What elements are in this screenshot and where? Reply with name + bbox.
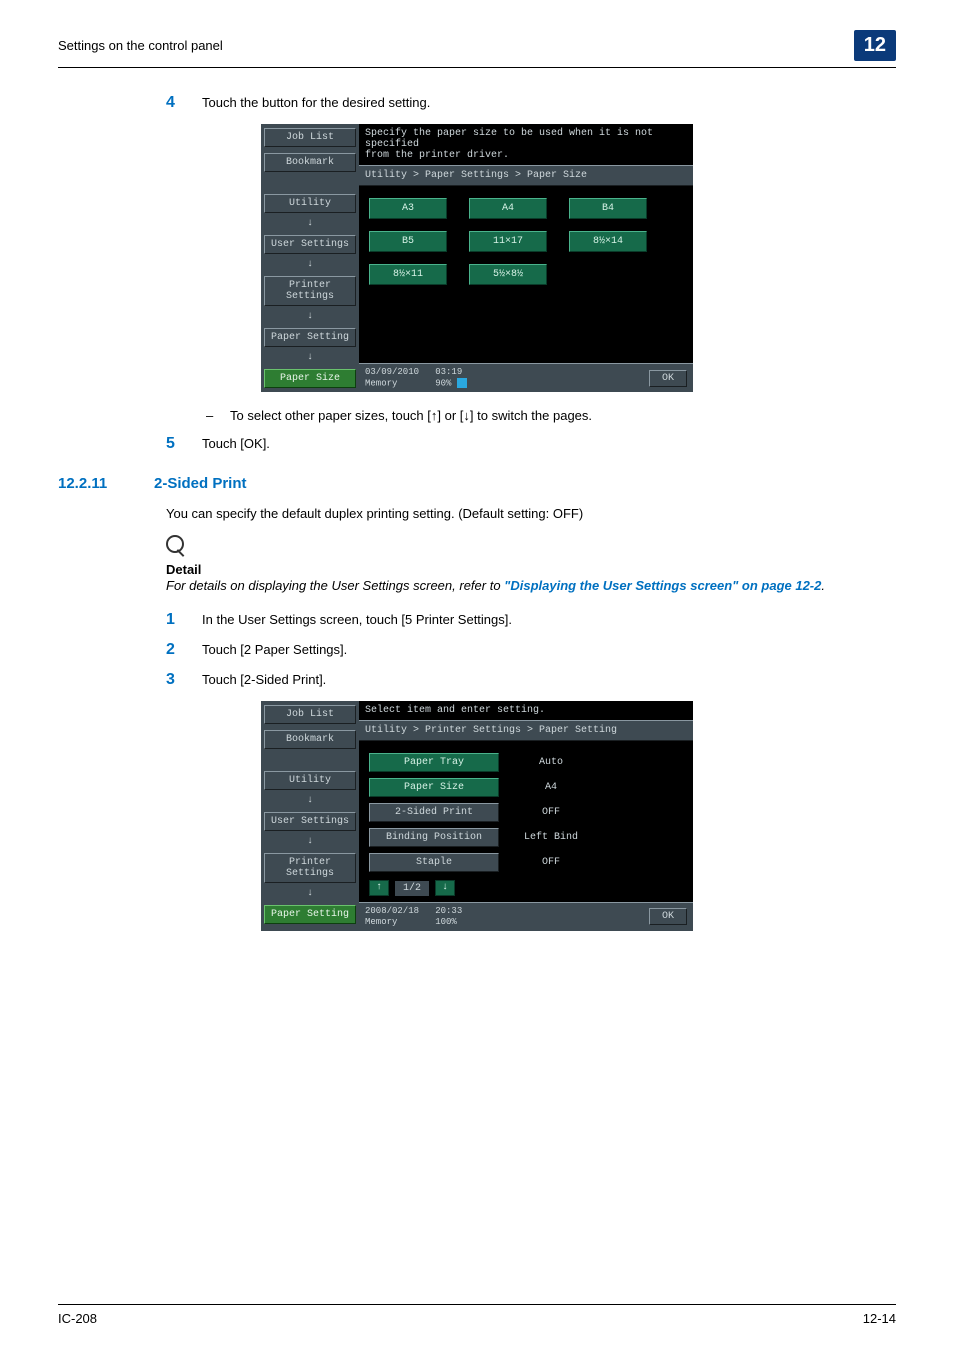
device-panel-2: Job List Bookmark Utility ↓ User Setting… <box>261 701 693 931</box>
sidebar-item[interactable]: Printer Settings <box>264 853 356 883</box>
size-button[interactable]: A3 <box>369 198 447 219</box>
chevron-down-icon: ↓ <box>264 837 356 847</box>
panel-sidebar: Job List Bookmark Utility ↓ User Setting… <box>261 701 359 931</box>
chevron-down-icon: ↓ <box>264 260 356 270</box>
footer-left: IC-208 <box>58 1311 97 1326</box>
size-button[interactable]: 8½×14 <box>569 231 647 252</box>
section-intro: You can specify the default duplex print… <box>166 506 896 521</box>
footer-right: 12-14 <box>863 1311 896 1326</box>
size-button[interactable]: 5½×8½ <box>469 264 547 285</box>
setting-button[interactable]: Paper Tray <box>369 753 499 772</box>
step-number: 3 <box>166 671 182 689</box>
sidebar-item[interactable]: User Settings <box>264 235 356 254</box>
step-text: Touch [OK]. <box>202 436 270 451</box>
bookmark-button[interactable]: Bookmark <box>264 730 356 749</box>
step-text: Touch [2 Paper Settings]. <box>202 642 347 657</box>
panel-sidebar: Job List Bookmark Utility ↓ User Setting… <box>261 124 359 392</box>
setting-button[interactable]: Paper Size <box>369 778 499 797</box>
settings-list: Paper Tray Auto Paper Size A4 2-Sided Pr… <box>369 753 683 872</box>
sidebar-item-active[interactable]: Paper Size <box>264 369 356 388</box>
sidebar-item[interactable]: Utility <box>264 771 356 790</box>
step-text: In the User Settings screen, touch [5 Pr… <box>202 612 512 627</box>
panel-instruction: Select item and enter setting. <box>359 701 693 720</box>
step-text: Touch [2-Sided Print]. <box>202 672 326 687</box>
joblist-button[interactable]: Job List <box>264 705 356 724</box>
chevron-down-icon: ↓ <box>264 889 356 899</box>
size-button[interactable]: 11×17 <box>469 231 547 252</box>
step-number: 4 <box>166 94 182 112</box>
cross-reference-link[interactable]: "Displaying the User Settings screen" on… <box>504 578 821 593</box>
chevron-down-icon: ↓ <box>264 312 356 322</box>
size-button[interactable]: 8½×11 <box>369 264 447 285</box>
breadcrumb: Utility > Paper Settings > Paper Size <box>359 165 693 186</box>
joblist-button[interactable]: Job List <box>264 128 356 147</box>
ok-button[interactable]: OK <box>649 370 687 387</box>
note-heading: Detail <box>166 562 896 577</box>
size-button[interactable]: B4 <box>569 198 647 219</box>
section-title: 2-Sided Print <box>154 475 247 492</box>
ok-button[interactable]: OK <box>649 908 687 925</box>
breadcrumb: Utility > Printer Settings > Paper Setti… <box>359 720 693 741</box>
step-number: 2 <box>166 641 182 659</box>
status-icon <box>457 378 467 388</box>
sidebar-item[interactable]: User Settings <box>264 812 356 831</box>
device-panel-1: Job List Bookmark Utility ↓ User Setting… <box>261 124 693 392</box>
chevron-down-icon: ↓ <box>264 353 356 363</box>
note-body: For details on displaying the User Setti… <box>166 577 896 595</box>
section-number: 12.2.11 <box>58 475 128 492</box>
size-button[interactable]: B5 <box>369 231 447 252</box>
sidebar-item[interactable]: Paper Setting <box>264 328 356 347</box>
chevron-down-icon: ↓ <box>264 219 356 229</box>
panel-instruction: Specify the paper size to be used when i… <box>359 124 693 165</box>
setting-button[interactable]: 2-Sided Print <box>369 803 499 822</box>
chapter-number: 12 <box>854 30 896 61</box>
status-bar: 03/09/2010 03:19 Memory 90% <box>365 367 467 389</box>
step-text: Touch the button for the desired setting… <box>202 95 430 110</box>
setting-value: Left Bind <box>511 832 591 843</box>
setting-value: A4 <box>511 782 591 793</box>
dash-bullet: – <box>206 408 214 423</box>
page-indicator: 1/2 <box>395 881 429 896</box>
sidebar-item[interactable]: Printer Settings <box>264 276 356 306</box>
running-head: Settings on the control panel <box>58 38 223 53</box>
sidebar-item-active[interactable]: Paper Setting <box>264 905 356 924</box>
page-down-button[interactable]: ↓ <box>435 880 455 896</box>
page-up-button[interactable]: ↑ <box>369 880 389 896</box>
setting-value: OFF <box>511 807 591 818</box>
setting-button[interactable]: Staple <box>369 853 499 872</box>
magnify-icon <box>166 535 184 553</box>
step-number: 1 <box>166 611 182 629</box>
setting-value: OFF <box>511 857 591 868</box>
size-button[interactable]: A4 <box>469 198 547 219</box>
sub-note: To select other paper sizes, touch [↑] o… <box>230 408 592 423</box>
chevron-down-icon: ↓ <box>264 796 356 806</box>
bookmark-button[interactable]: Bookmark <box>264 153 356 172</box>
setting-value: Auto <box>511 757 591 768</box>
paper-size-grid: A3 A4 B4 B5 11×17 8½×14 8½×11 5½×8½ <box>369 198 683 285</box>
setting-button[interactable]: Binding Position <box>369 828 499 847</box>
sidebar-item[interactable]: Utility <box>264 194 356 213</box>
step-number: 5 <box>166 435 182 453</box>
status-bar: 2008/02/18 20:33 Memory 100% <box>365 906 462 928</box>
